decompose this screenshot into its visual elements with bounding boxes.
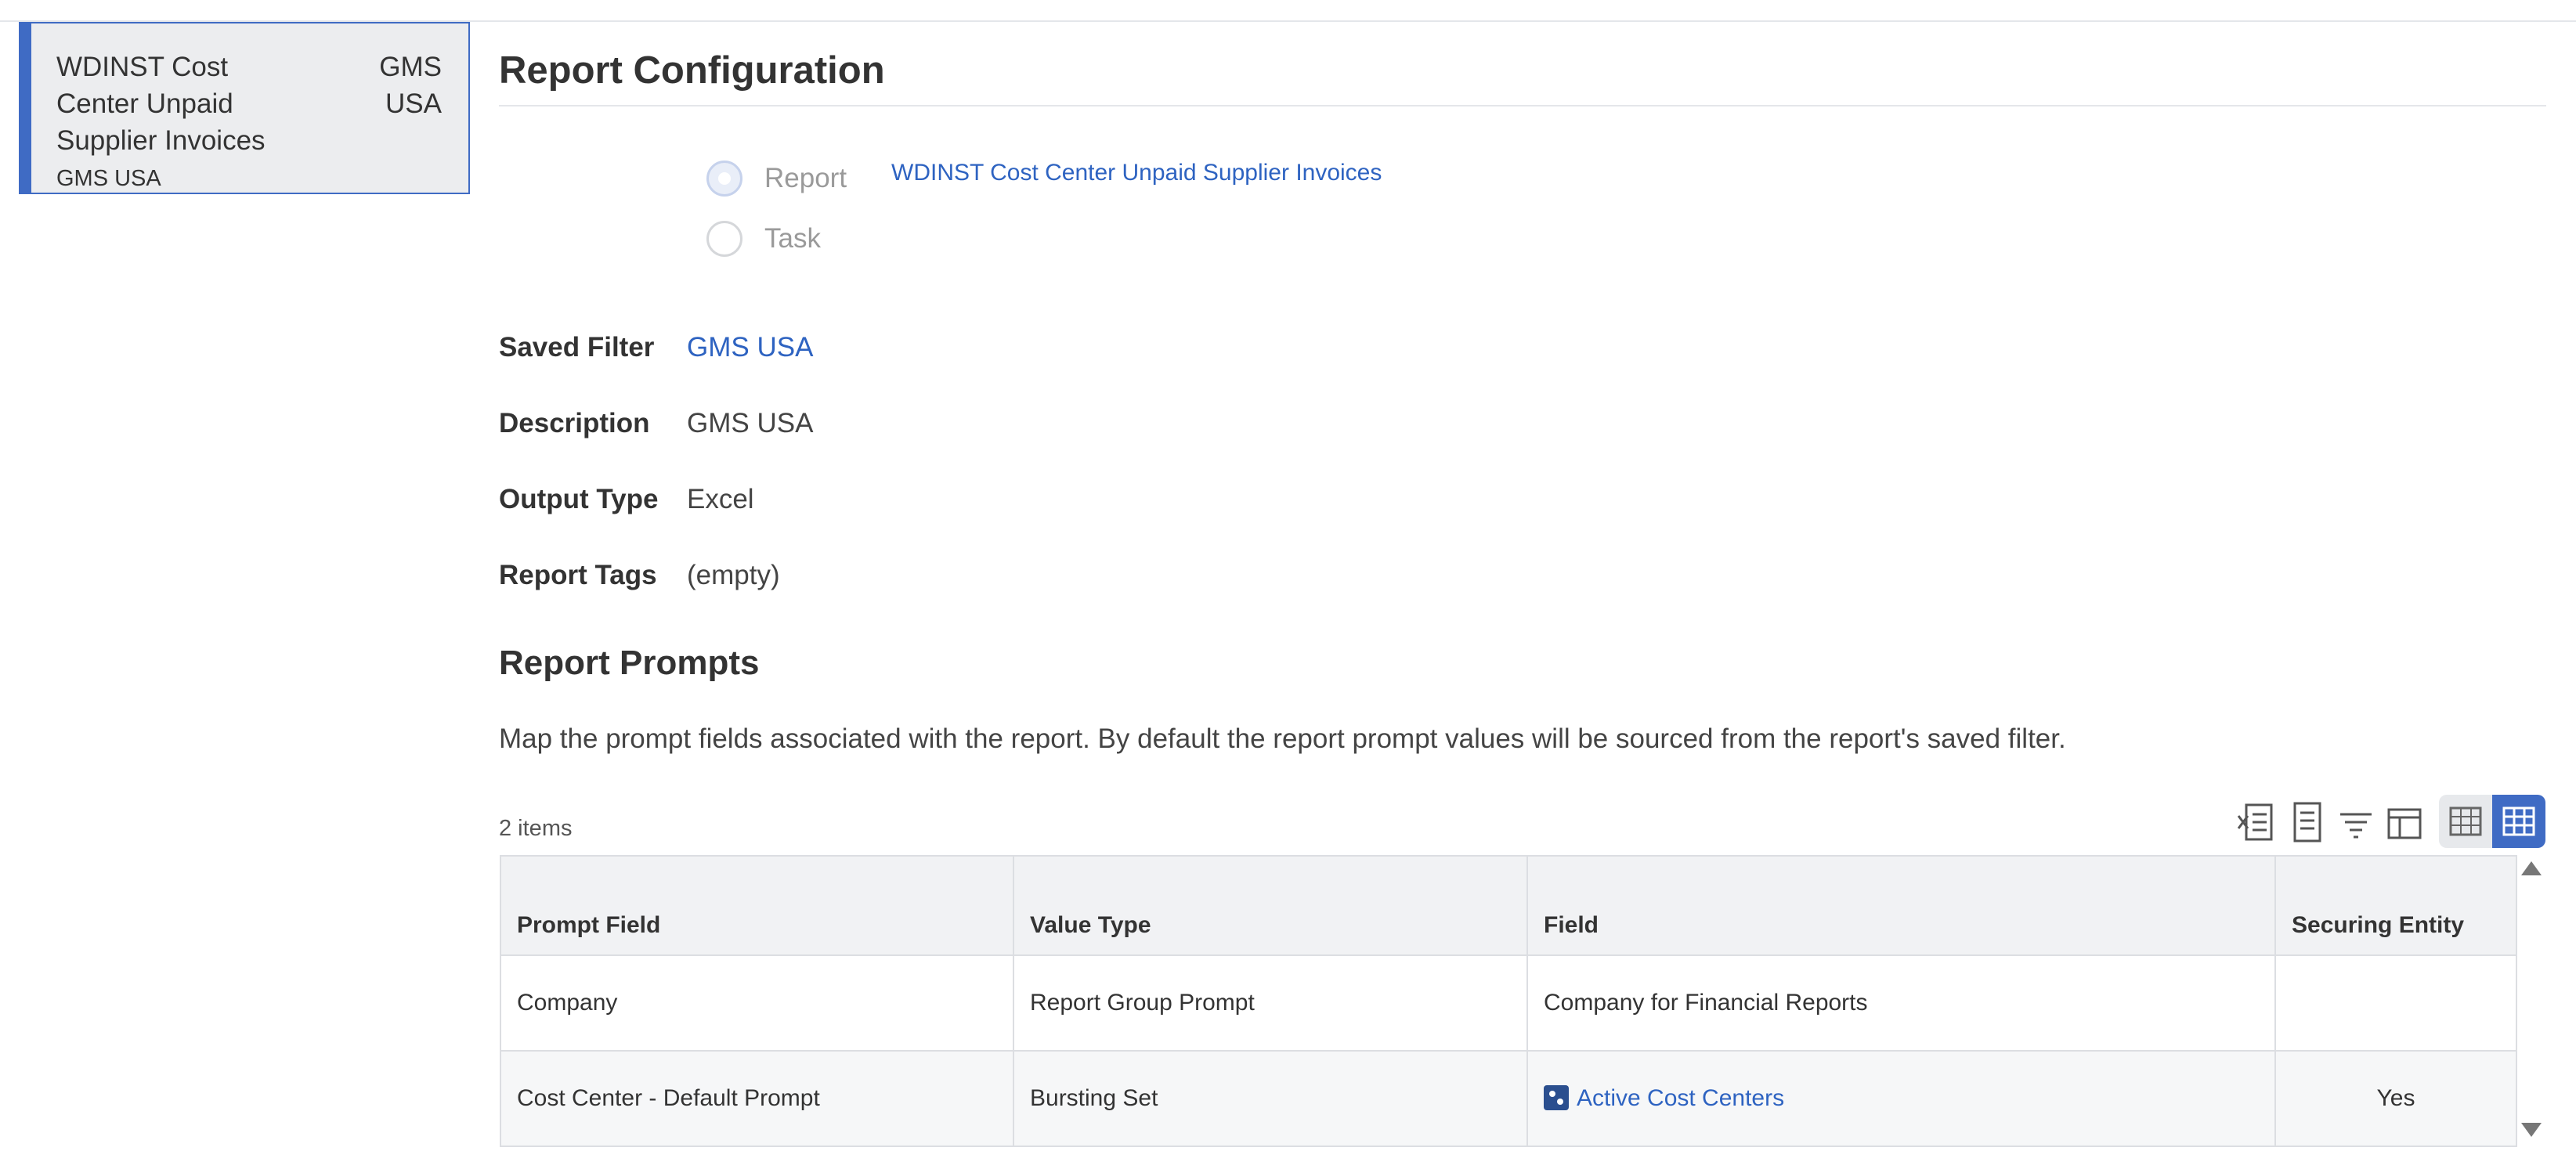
cell-field: Company for Financial Reports: [1526, 954, 2276, 1052]
selected-report-card[interactable]: WDINST Cost Center Unpaid Supplier Invoi…: [19, 22, 470, 194]
cell-securing-entity: Yes: [2274, 1050, 2517, 1147]
card-subtitle: GMS USA: [56, 166, 161, 191]
report-link[interactable]: WDINST Cost Center Unpaid Supplier Invoi…: [891, 160, 1382, 186]
grid-view-icon[interactable]: [2492, 795, 2545, 848]
card-tag: GMS USA: [379, 52, 442, 119]
task-radio-label: Task: [764, 223, 821, 254]
prompts-description: Map the prompt fields associated with th…: [499, 723, 2066, 754]
column-header-field[interactable]: Field: [1526, 855, 2276, 956]
table-row: Company Report Group Prompt Company for …: [500, 954, 2517, 1052]
column-header-securing-entity[interactable]: Securing Entity: [2274, 855, 2517, 956]
item-count: 2 items: [499, 816, 573, 841]
cell-value-type: Report Group Prompt: [1013, 954, 1528, 1052]
table-row: Cost Center - Default Prompt Bursting Se…: [500, 1050, 2517, 1147]
active-cost-centers-link[interactable]: Active Cost Centers: [1577, 1085, 1784, 1111]
cell-value-type: Bursting Set: [1013, 1050, 1528, 1147]
table-header-row: Prompt Field Value Type Field Securing E…: [500, 855, 2517, 956]
excel-export-icon[interactable]: [2237, 800, 2278, 844]
scroll-down-arrow[interactable]: [2521, 1123, 2542, 1137]
filter-icon[interactable]: [2336, 800, 2376, 844]
saved-filter-link[interactable]: GMS USA: [687, 332, 813, 363]
radio-task-row[interactable]: Task: [706, 221, 821, 257]
output-type-label: Output Type: [499, 484, 659, 514]
scroll-up-arrow[interactable]: [2521, 861, 2542, 875]
cell-prompt-field: Company: [500, 954, 1014, 1052]
top-divider: [0, 0, 2576, 22]
cell-securing-entity: [2274, 954, 2517, 1052]
description-label: Description: [499, 408, 650, 438]
cell-prompt-field: Cost Center - Default Prompt: [500, 1050, 1014, 1147]
title-divider: [499, 105, 2546, 106]
report-radio[interactable]: [706, 161, 742, 197]
column-layout-icon[interactable]: [2384, 800, 2425, 844]
cell-field: Active Cost Centers: [1526, 1050, 2276, 1147]
related-actions-icon[interactable]: [1544, 1085, 1569, 1110]
saved-filter-label: Saved Filter: [499, 332, 655, 363]
output-type-value: Excel: [687, 484, 754, 514]
print-icon[interactable]: [2287, 800, 2328, 844]
prompts-title: Report Prompts: [499, 644, 760, 682]
radio-report-row[interactable]: Report: [706, 161, 847, 197]
report-radio-label: Report: [764, 163, 847, 193]
selected-indicator: [19, 22, 31, 194]
column-header-value-type[interactable]: Value Type: [1013, 855, 1528, 956]
report-tags-value: (empty): [687, 560, 780, 590]
table-view-icon[interactable]: [2439, 795, 2492, 848]
prompts-table: Prompt Field Value Type Field Securing E…: [500, 855, 2517, 1147]
task-radio[interactable]: [706, 221, 742, 257]
report-tags-label: Report Tags: [499, 560, 657, 590]
column-header-prompt-field[interactable]: Prompt Field: [500, 855, 1014, 956]
description-value: GMS USA: [687, 408, 814, 438]
page-title: Report Configuration: [499, 49, 885, 92]
card-title: WDINST Cost Center Unpaid Supplier Invoi…: [56, 52, 266, 156]
view-toggle[interactable]: [2439, 795, 2545, 848]
